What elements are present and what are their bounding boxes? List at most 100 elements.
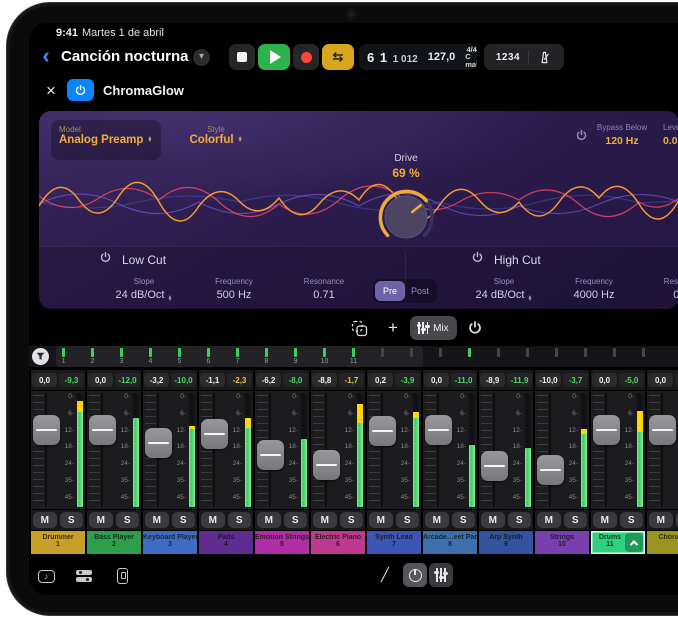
chevron-down-icon[interactable]: ▾ — [193, 49, 210, 66]
count-in-button[interactable]: 1234 — [496, 52, 520, 63]
fader-handle[interactable] — [593, 415, 620, 445]
controls-view-button[interactable] — [403, 563, 427, 587]
slope-control[interactable]: Slope 24 dB/Oct ▲▼ — [459, 277, 549, 302]
track-label[interactable]: Synth Lead 7 — [367, 531, 421, 554]
resonance-control[interactable]: Resonance 0.71 — [279, 277, 369, 302]
solo-button[interactable]: S — [284, 512, 308, 528]
record-button[interactable] — [293, 44, 319, 70]
close-icon[interactable]: × — [41, 81, 61, 101]
fader-handle[interactable] — [537, 455, 564, 485]
fader-value[interactable]: 0,0 — [88, 373, 113, 387]
post-button[interactable]: Post — [405, 281, 435, 301]
filter-button[interactable] — [32, 348, 49, 365]
fader-value[interactable]: -10,0 — [536, 373, 561, 387]
mute-button[interactable]: M — [481, 512, 505, 528]
solo-button[interactable]: S — [508, 512, 532, 528]
mute-button[interactable]: M — [369, 512, 393, 528]
track-label[interactable]: Arcade…eet Pad 8 — [423, 531, 477, 554]
solo-button[interactable]: S — [620, 512, 644, 528]
solo-button[interactable]: S — [452, 512, 476, 528]
mute-button[interactable]: M — [537, 512, 561, 528]
lcd-display[interactable]: 6 1 1 012 127,0 4/4C maj MIDI — [359, 44, 477, 70]
plugin-power-button[interactable] — [67, 79, 94, 101]
track-label[interactable]: Bass Player 2 — [87, 531, 141, 554]
add-track-button[interactable]: + — [381, 316, 405, 340]
model-selector[interactable]: Model Analog Preamp ▲▼ — [51, 120, 161, 160]
track-number: 1 — [31, 541, 85, 548]
fader-handle[interactable] — [481, 451, 508, 481]
mute-button[interactable]: M — [593, 512, 617, 528]
fader-handle[interactable] — [257, 440, 284, 470]
level-control[interactable]: Level 0.0 — [663, 123, 678, 147]
mute-button[interactable]: M — [89, 512, 113, 528]
mute-button[interactable]: M — [33, 512, 57, 528]
track-label[interactable]: Electric Piano 6 — [311, 531, 365, 554]
solo-button[interactable]: S — [564, 512, 588, 528]
mute-button[interactable]: M — [257, 512, 281, 528]
fader-value[interactable]: -1,1 — [200, 373, 225, 387]
stop-button[interactable] — [229, 44, 255, 70]
fader-handle[interactable] — [313, 450, 340, 480]
track-label[interactable]: Drummer 1 — [31, 531, 85, 554]
resonance-control[interactable]: Resonance 0.71 — [639, 277, 678, 302]
track-label[interactable]: Strings 10 — [535, 531, 589, 554]
solo-button[interactable]: S — [228, 512, 252, 528]
fader-handle[interactable] — [369, 416, 396, 446]
bar-ruler[interactable]: 1234567891011 — [29, 346, 678, 367]
track-label[interactable]: Emotion Strings 5 — [255, 531, 309, 554]
fader-value[interactable]: 0,2 — [368, 373, 393, 387]
style-selector[interactable]: Style Colorful ▲▼ — [171, 120, 261, 160]
pencil-icon[interactable]: ╱ — [381, 567, 399, 585]
play-button[interactable] — [258, 44, 290, 70]
slope-control[interactable]: Slope 24 dB/Oct ▲▼ — [99, 277, 189, 302]
mixer-power-button[interactable] — [463, 316, 487, 340]
frequency-control[interactable]: Frequency 500 Hz — [189, 277, 279, 302]
solo-button[interactable]: S — [60, 512, 84, 528]
fader-value[interactable]: 0,0 — [32, 373, 57, 387]
track-label[interactable]: Drums 11 — [591, 531, 645, 554]
fader-value[interactable]: 0,0 — [592, 373, 617, 387]
low-cut-power-button[interactable] — [99, 251, 112, 269]
fader-value[interactable]: -3,2 — [144, 373, 169, 387]
track-label[interactable]: Chorus V — [647, 531, 678, 554]
track-label[interactable]: Pads 4 — [199, 531, 253, 554]
fader-handle[interactable] — [89, 415, 116, 445]
faders-view-button[interactable] — [429, 563, 453, 587]
solo-button[interactable]: S — [340, 512, 364, 528]
mix-button[interactable]: Mix — [410, 316, 457, 340]
fader-handle[interactable] — [649, 415, 676, 445]
fader-handle[interactable] — [145, 428, 172, 458]
solo-button[interactable]: S — [116, 512, 140, 528]
plugins-button[interactable] — [71, 565, 97, 587]
fader-value[interactable]: -8,8 — [312, 373, 337, 387]
pre-button[interactable]: Pre — [375, 281, 405, 301]
solo-button[interactable]: S — [172, 512, 196, 528]
bypass-below-control[interactable]: Bypass Below 120 Hz — [587, 123, 657, 147]
fader-value[interactable]: 0,0 — [424, 373, 449, 387]
solo-button[interactable]: S — [396, 512, 420, 528]
collapse-chevron-icon[interactable] — [625, 533, 643, 552]
metronome-icon[interactable] — [537, 50, 552, 65]
back-chevron-icon[interactable]: ‹ — [37, 43, 55, 71]
fader-handle[interactable] — [33, 415, 60, 445]
mute-button[interactable]: M — [313, 512, 337, 528]
drive-knob[interactable] — [374, 185, 438, 249]
fader-value[interactable]: -6,2 — [256, 373, 281, 387]
track-label[interactable]: Arp Synth 9 — [479, 531, 533, 554]
fader-handle[interactable] — [201, 419, 228, 449]
track-label[interactable]: Keyboard Player 3 — [143, 531, 197, 554]
fader-value[interactable]: -8,9 — [480, 373, 505, 387]
fader-handle[interactable] — [425, 415, 452, 445]
fader-value[interactable]: 0,0 — [648, 373, 673, 387]
song-title[interactable]: Canción nocturna — [61, 48, 189, 65]
mute-button[interactable]: M — [201, 512, 225, 528]
mute-button[interactable]: M — [649, 512, 673, 528]
cycle-button[interactable]: ⇆ — [322, 44, 354, 70]
loops-browser-button[interactable]: ♪ — [33, 565, 59, 587]
duplicate-button[interactable] — [345, 316, 373, 340]
external-device-button[interactable] — [109, 565, 135, 587]
mute-button[interactable]: M — [145, 512, 169, 528]
mute-button[interactable]: M — [425, 512, 449, 528]
high-cut-power-button[interactable] — [471, 251, 484, 269]
frequency-control[interactable]: Frequency 4000 Hz — [549, 277, 639, 302]
